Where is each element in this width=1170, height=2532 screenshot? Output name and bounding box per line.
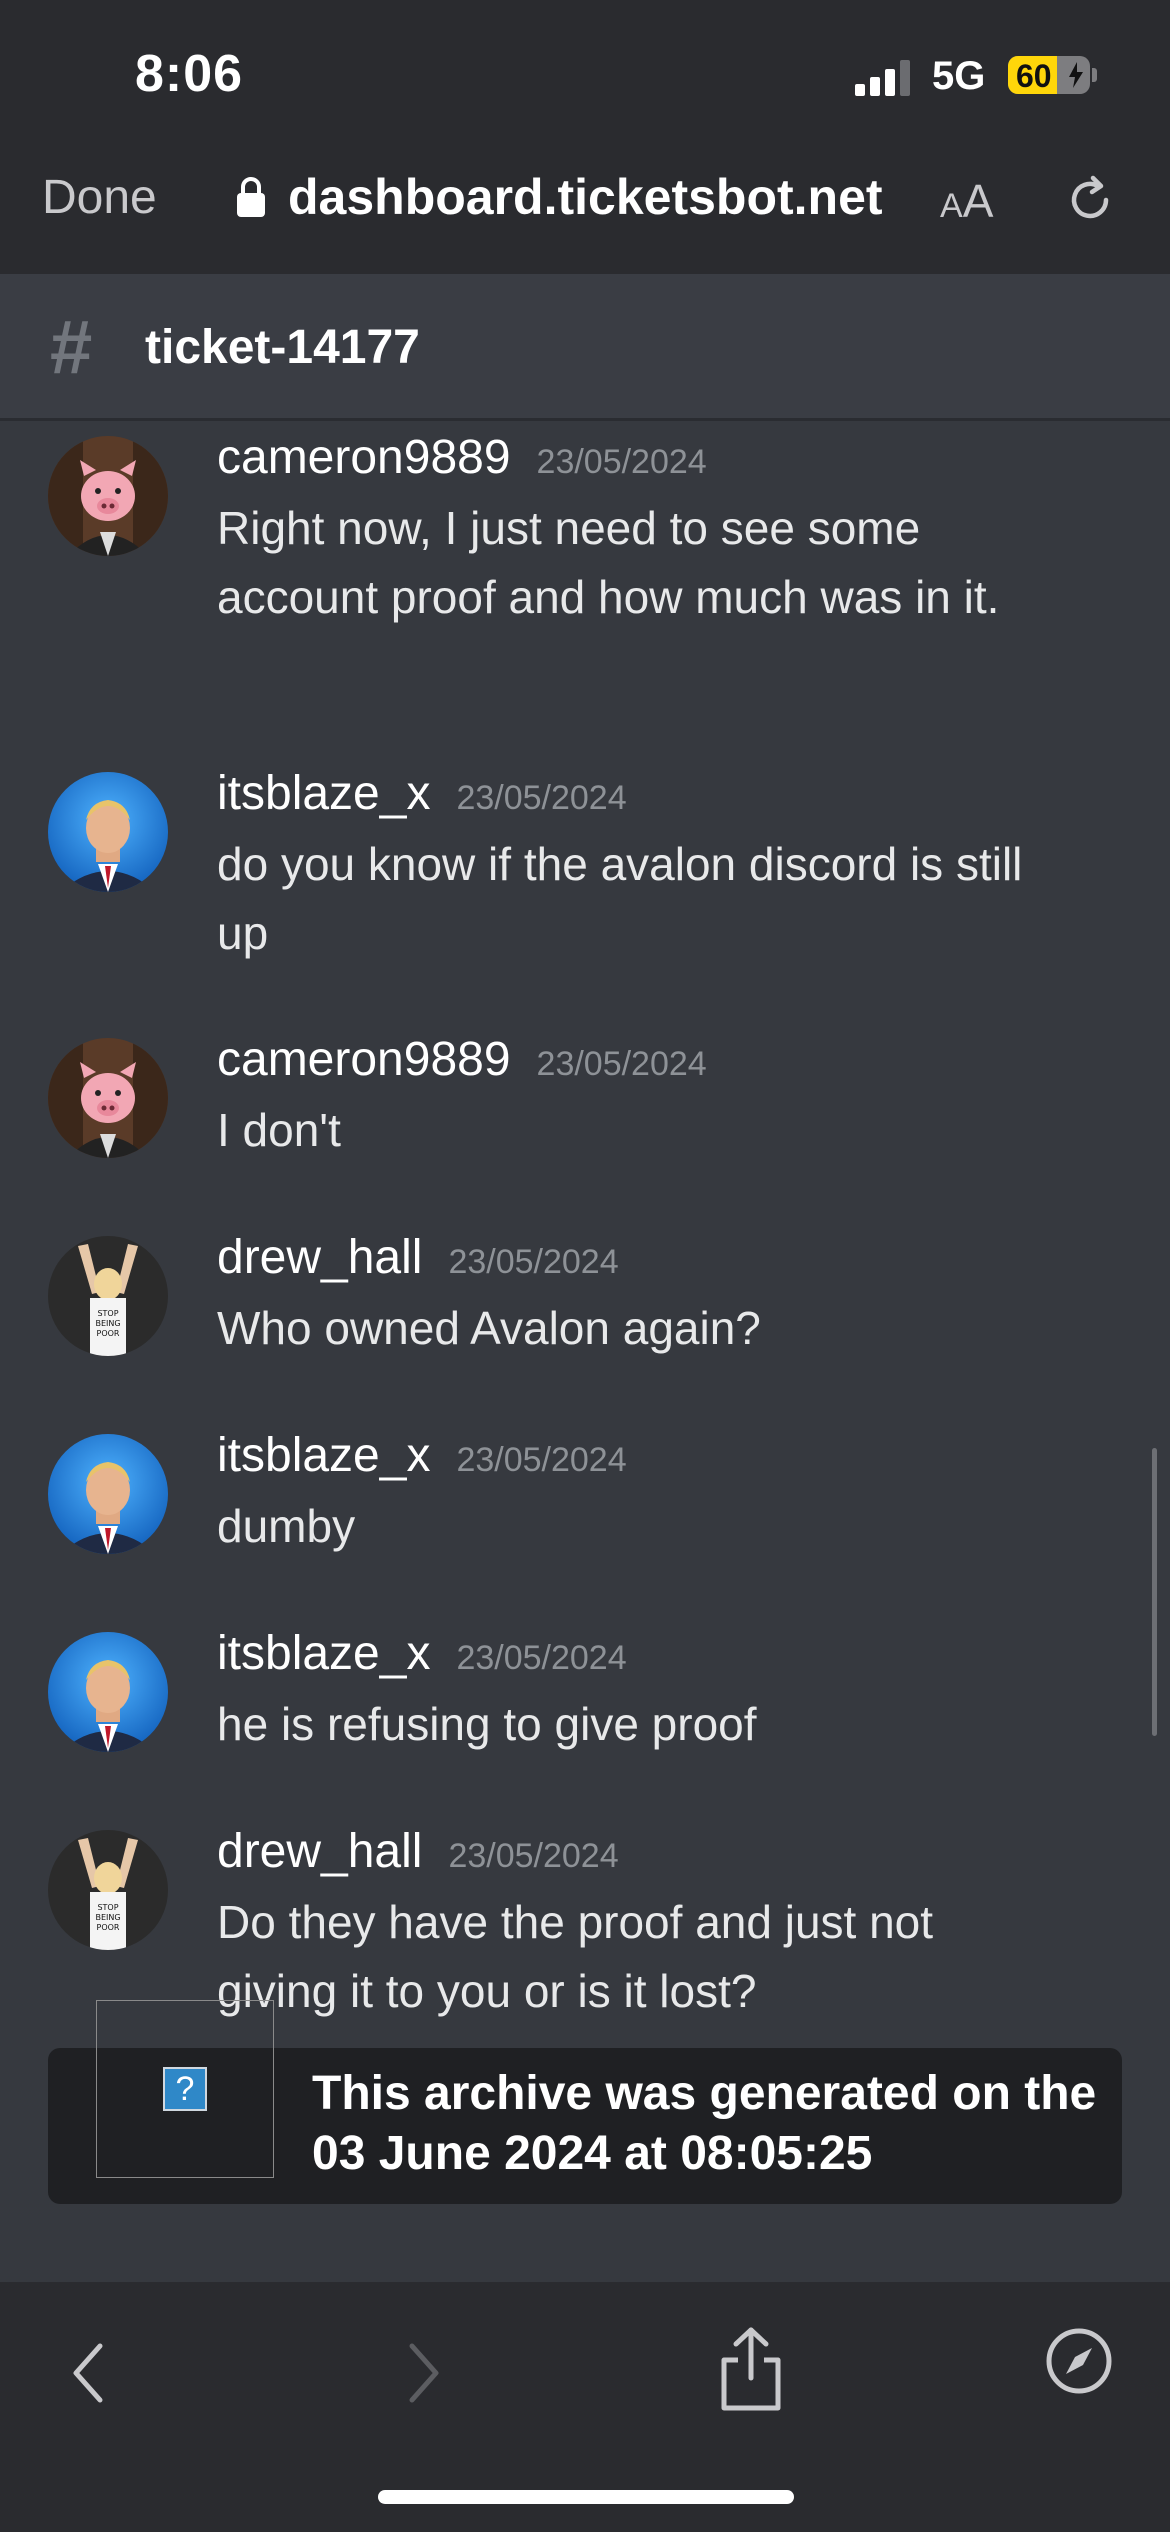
lock-icon: [237, 177, 265, 217]
avatar-pig[interactable]: [48, 436, 168, 556]
question-icon: ?: [163, 2067, 207, 2111]
svg-text:POOR: POOR: [97, 1329, 120, 1338]
sign-avatar-icon: STOP BEING POOR: [48, 1830, 168, 1950]
message-timestamp: 23/05/2024: [456, 1639, 627, 1677]
svg-text:BEING: BEING: [95, 1913, 120, 1922]
message-timestamp: 23/05/2024: [448, 1243, 619, 1281]
battery-nub: [1092, 68, 1097, 82]
author-name[interactable]: drew_hall: [217, 1231, 422, 1284]
suit-avatar-icon: [48, 772, 168, 892]
done-button[interactable]: Done: [42, 170, 157, 225]
battery-indicator: 60: [1008, 56, 1090, 94]
status-bar: 8:06 5G 60: [0, 0, 1170, 140]
back-icon[interactable]: [64, 2338, 114, 2408]
svg-text:STOP: STOP: [97, 1903, 118, 1912]
message-timestamp: 23/05/2024: [456, 1441, 627, 1479]
share-icon[interactable]: [716, 2324, 786, 2414]
message-timestamp: 23/05/2024: [536, 443, 707, 481]
message-author[interactable]: drew_hall 23/05/2024: [217, 1824, 619, 1879]
message-timestamp: 23/05/2024: [448, 1837, 619, 1875]
avatar-sign[interactable]: STOP BEING POOR: [48, 1236, 168, 1356]
author-name[interactable]: itsblaze_x: [217, 1627, 430, 1680]
forward-icon[interactable]: [398, 2338, 448, 2408]
suit-avatar-icon: [48, 1434, 168, 1554]
scrollbar[interactable]: [1152, 1448, 1157, 1736]
avatar-pig[interactable]: [48, 1038, 168, 1158]
url-text[interactable]: dashboard.ticketsbot.net: [288, 168, 883, 226]
message-text: Right now, I just need to see some accou…: [217, 502, 1000, 623]
message-text: Do they have the proof and just not givi…: [217, 1896, 934, 2017]
message-author[interactable]: cameron9889 23/05/2024: [217, 1032, 707, 1087]
author-name[interactable]: drew_hall: [217, 1825, 422, 1878]
author-name[interactable]: itsblaze_x: [217, 767, 430, 820]
message-text: Who owned Avalon again?: [217, 1302, 761, 1354]
browser-url-bar: Done dashboard.ticketsbot.net AA: [0, 140, 1170, 274]
reload-icon[interactable]: [1060, 170, 1120, 230]
message-text: I don't: [217, 1104, 341, 1156]
broken-image-placeholder: ?: [96, 2000, 274, 2178]
compass-icon[interactable]: [1044, 2326, 1114, 2396]
avatar-suit[interactable]: [48, 1434, 168, 1554]
message-timestamp: 23/05/2024: [536, 1045, 707, 1083]
signal-icon: [855, 60, 910, 96]
pig-avatar-icon: [48, 436, 168, 556]
avatar-sign[interactable]: STOP BEING POOR: [48, 1830, 168, 1950]
message-author[interactable]: drew_hall 23/05/2024: [217, 1230, 619, 1285]
aa-large: A: [962, 175, 994, 227]
avatar-suit[interactable]: [48, 772, 168, 892]
charging-icon: [1069, 62, 1083, 88]
network-type: 5G: [932, 54, 986, 98]
message-author[interactable]: itsblaze_x 23/05/2024: [217, 766, 627, 821]
avatar-suit[interactable]: [48, 1632, 168, 1752]
suit-avatar-icon: [48, 1632, 168, 1752]
svg-text:BEING: BEING: [95, 1319, 120, 1328]
author-name[interactable]: cameron9889: [217, 1033, 511, 1086]
status-time: 8:06: [135, 45, 244, 103]
message-text: he is refusing to give proof: [217, 1698, 757, 1750]
reader-aa-button[interactable]: AA: [940, 174, 993, 228]
pig-avatar-icon: [48, 1038, 168, 1158]
svg-text:POOR: POOR: [97, 1923, 120, 1932]
message-author[interactable]: cameron9889 23/05/2024: [217, 430, 707, 485]
author-name[interactable]: cameron9889: [217, 431, 511, 484]
sign-avatar-icon: STOP BEING POOR: [48, 1236, 168, 1356]
battery-percent: 60: [1016, 58, 1052, 94]
message-text: do you know if the avalon discord is sti…: [217, 838, 1023, 959]
message-timestamp: 23/05/2024: [456, 779, 627, 817]
aa-small: A: [940, 187, 963, 225]
archive-generated-text: This archive was generated on the 03 Jun…: [312, 2067, 1097, 2180]
message-text: dumby: [217, 1500, 356, 1552]
author-name[interactable]: itsblaze_x: [217, 1429, 430, 1482]
channel-header: # ticket-14177: [0, 274, 1170, 421]
message-author[interactable]: itsblaze_x 23/05/2024: [217, 1428, 627, 1483]
home-indicator[interactable]: [378, 2490, 794, 2504]
svg-text:STOP: STOP: [97, 1309, 118, 1318]
channel-name: ticket-14177: [145, 321, 420, 374]
channel-hash-icon: #: [50, 305, 93, 390]
message-author[interactable]: itsblaze_x 23/05/2024: [217, 1626, 627, 1681]
